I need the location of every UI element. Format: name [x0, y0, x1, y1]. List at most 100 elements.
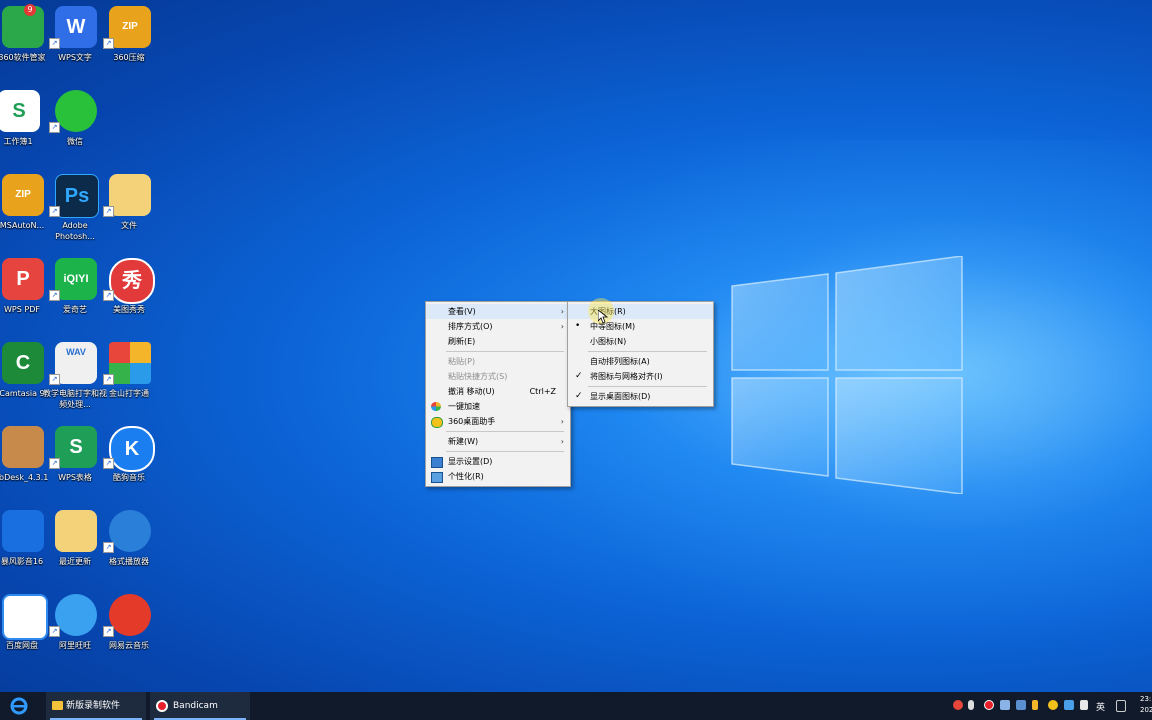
- speedup-icon: [431, 402, 441, 411]
- 360-icon: [431, 417, 443, 428]
- menu-item-undo-move[interactable]: 撤消 移动(U) Ctrl+Z: [426, 384, 570, 399]
- desktop-icon-360-software-manager[interactable]: 9 360软件管家: [0, 2, 50, 80]
- menu-item-label: 显示桌面图标(D): [590, 392, 651, 401]
- shortcut-arrow-icon: ↗: [49, 458, 60, 469]
- desktop-icon-file[interactable]: ↗ 文件: [101, 170, 157, 248]
- desktop-icon-workbook[interactable]: S 工作簿1: [0, 86, 46, 164]
- desktop-icon-360-zip[interactable]: ZIP ↗ 360压缩: [101, 2, 157, 80]
- desktop-icon-netease-music[interactable]: ↗ 网易云音乐: [101, 590, 157, 668]
- menu-item-label: 粘贴快捷方式(S): [448, 372, 508, 381]
- desktop-icon-todesk[interactable]: ToDesk_4.3.1: [0, 422, 50, 500]
- chevron-right-icon: ›: [560, 307, 564, 316]
- tray-app-icon[interactable]: [1000, 700, 1010, 710]
- player-icon: [109, 510, 151, 552]
- desktop-icon-jinshan-typing[interactable]: ↗ 金山打字通: [101, 338, 157, 416]
- shortcut-arrow-icon: ↗: [49, 374, 60, 385]
- desktop-icon-wechat[interactable]: ↗ 微信: [47, 86, 103, 164]
- start-button[interactable]: [8, 696, 32, 716]
- submenu-item-align-to-grid[interactable]: ✓ 将图标与网格对齐(I): [568, 369, 713, 384]
- submenu-item-medium-icons[interactable]: • 中等图标(M): [568, 319, 713, 334]
- icon-label: 格式播放器: [109, 557, 149, 566]
- menu-item-360-desktop-assistant[interactable]: 360桌面助手 ›: [426, 414, 570, 429]
- menu-separator: [588, 386, 707, 387]
- desktop-icon-baidu-netdisk[interactable]: 百度网盘: [0, 590, 50, 668]
- app-icon: [2, 6, 44, 48]
- taskbar-item-bandicam[interactable]: Bandicam: [150, 692, 250, 720]
- menu-item-refresh[interactable]: 刷新(E): [426, 334, 570, 349]
- audio-file-icon: WAV: [55, 342, 97, 384]
- mouse-pointer-icon: [598, 310, 608, 324]
- notification-icon[interactable]: [1116, 700, 1126, 712]
- desktop-icon-meitu[interactable]: 秀 ↗ 美图秀秀: [101, 254, 157, 332]
- baidu-netdisk-icon: [2, 594, 48, 640]
- menu-item-label: 新建(W): [448, 437, 479, 446]
- shortcut-arrow-icon: ↗: [103, 542, 114, 553]
- ime-indicator[interactable]: 英: [1096, 700, 1105, 713]
- shortcut-arrow-icon: ↗: [49, 38, 60, 49]
- menu-item-sort-by[interactable]: 排序方式(O) ›: [426, 319, 570, 334]
- checkmark-icon: ✓: [575, 391, 583, 401]
- menu-item-label: 将图标与网格对齐(I): [590, 372, 663, 381]
- iqiyi-icon: iQIYI: [55, 258, 97, 300]
- tray-app-icon[interactable]: [1032, 700, 1038, 710]
- personalize-icon: [431, 472, 443, 483]
- menu-item-label: 撤消 移动(U): [448, 387, 495, 396]
- desktop-icon-format-player[interactable]: ↗ 格式播放器: [101, 506, 157, 584]
- desktop-icon-aliwangwang[interactable]: ↗ 阿里旺旺: [47, 590, 103, 668]
- shortcut-arrow-icon: ↗: [103, 458, 114, 469]
- photoshop-icon: Ps: [55, 174, 99, 218]
- tray-app-icon[interactable]: [953, 700, 963, 710]
- menu-item-label: 自动排列图标(A): [590, 357, 650, 366]
- desktop-icon-wps-pdf[interactable]: P WPS PDF: [0, 254, 50, 332]
- menu-item-label: 360桌面助手: [448, 417, 496, 426]
- menu-item-label: 刷新(E): [448, 337, 476, 346]
- chevron-right-icon: ›: [560, 437, 564, 446]
- submenu-item-small-icons[interactable]: 小图标(N): [568, 334, 713, 349]
- folder-icon: [52, 701, 63, 710]
- taskbar-item-label: 新版录制软件: [66, 701, 121, 711]
- desktop-context-menu: 查看(V) › 排序方式(O) › 刷新(E) 粘贴(P) 粘贴快捷方式(S) …: [425, 301, 571, 487]
- folder-icon: [109, 174, 151, 216]
- desktop-icon-recent-updates[interactable]: 最近更新: [47, 506, 103, 584]
- aliwangwang-icon: [55, 594, 97, 636]
- icon-label: 文件: [121, 221, 137, 230]
- submenu-item-show-desktop-icons[interactable]: ✓ 显示桌面图标(D): [568, 389, 713, 404]
- wechat-icon: [55, 90, 97, 132]
- menu-item-new[interactable]: 新建(W) ›: [426, 434, 570, 449]
- netease-music-icon: [109, 594, 151, 636]
- menu-item-view[interactable]: 查看(V) ›: [426, 304, 570, 319]
- microphone-icon[interactable]: [968, 700, 974, 710]
- bandicam-tray-icon[interactable]: [984, 700, 994, 710]
- desktop-icon-photoshop[interactable]: Ps ↗ Adobe Photosh...: [47, 170, 103, 248]
- tray-app-icon[interactable]: [1016, 700, 1026, 710]
- tray-app-icon[interactable]: [1064, 700, 1074, 710]
- taskbar-item-recording-software[interactable]: 新版录制软件: [46, 692, 146, 720]
- desktop-icon-wps-writer[interactable]: W ↗ WPS文字: [47, 2, 103, 80]
- menu-item-label: 显示设置(D): [448, 457, 493, 466]
- 360-tray-icon[interactable]: [1048, 700, 1058, 710]
- bandicam-record-icon: [156, 700, 168, 712]
- desktop-icon-baofeng[interactable]: 暴风影音16: [0, 506, 50, 584]
- menu-item-display-settings[interactable]: 显示设置(D): [426, 454, 570, 469]
- speaker-icon[interactable]: [1080, 700, 1088, 710]
- desktop-icon-iqiyi[interactable]: iQIYI ↗ 爱奇艺: [47, 254, 103, 332]
- menu-item-personalize[interactable]: 个性化(R): [426, 469, 570, 484]
- menu-separator: [446, 451, 564, 452]
- menu-item-one-click-speedup[interactable]: 一键加速: [426, 399, 570, 414]
- desktop-icon-kugou[interactable]: K ↗ 酷狗音乐: [101, 422, 157, 500]
- menu-item-paste[interactable]: 粘贴(P): [426, 354, 570, 369]
- icon-label: 360压缩: [113, 53, 145, 62]
- shortcut-arrow-icon: ↗: [103, 626, 114, 637]
- spreadsheet-icon: S: [0, 90, 40, 132]
- clock[interactable]: 23: 202: [1140, 694, 1152, 716]
- desktop-icon-wav-file[interactable]: WAV ↗ 教学电脑打字和视频处理...: [43, 338, 107, 416]
- monitor-icon: [431, 457, 443, 468]
- kugou-icon: K: [109, 426, 155, 472]
- chevron-right-icon: ›: [560, 417, 564, 426]
- menu-item-paste-shortcut[interactable]: 粘贴快捷方式(S): [426, 369, 570, 384]
- zip-icon: ZIP: [2, 174, 44, 216]
- desktop-icon-wps-sheets[interactable]: S ↗ WPS表格: [47, 422, 103, 500]
- menu-item-label: 一键加速: [448, 402, 480, 411]
- menu-item-shortcut: Ctrl+Z: [529, 387, 556, 396]
- submenu-item-auto-arrange[interactable]: 自动排列图标(A): [568, 354, 713, 369]
